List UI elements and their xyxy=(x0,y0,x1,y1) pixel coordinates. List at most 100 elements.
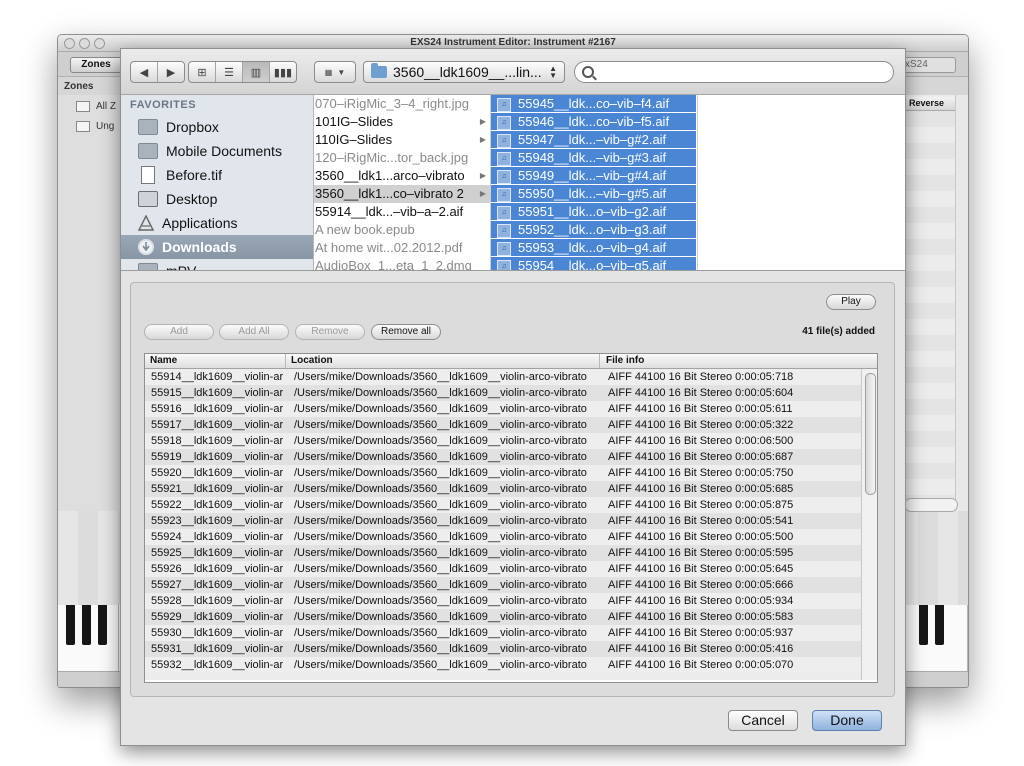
piano-black-key[interactable] xyxy=(82,605,91,645)
sidebar-item-applications[interactable]: Applications xyxy=(121,211,313,235)
file-item[interactable]: 070–iRigMic_3–4_right.jpg xyxy=(314,95,490,113)
aif-file-selected[interactable]: ♫ 55953__ldk...o–vib–g4.aif xyxy=(491,239,696,257)
file-name: 55951__ldk...o–vib–g2.aif xyxy=(518,204,667,219)
aif-file-selected[interactable]: ♫ 55948__ldk...–vib–g#3.aif xyxy=(491,149,696,167)
file-location-cell: /Users/mike/Downloads/3560__ldk1609__vio… xyxy=(294,595,587,607)
table-row[interactable]: 55925__ldk1609__violin-ar/Users/mike/Dow… xyxy=(145,545,861,561)
exs24-button[interactable]: xS24 xyxy=(902,57,956,73)
add-all-button[interactable]: Add All xyxy=(219,324,289,340)
table-row[interactable]: 55915__ldk1609__violin-ar/Users/mike/Dow… xyxy=(145,385,861,401)
table-row[interactable]: 55928__ldk1609__violin-ar/Users/mike/Dow… xyxy=(145,593,861,609)
column-view-button[interactable]: ▥ xyxy=(243,62,270,82)
back-button[interactable]: ◀ xyxy=(131,62,158,82)
aif-file-selected[interactable]: ♫ 55945__ldk...co–vib–f4.aif xyxy=(491,95,696,113)
aif-file-selected[interactable]: ♫ 55949__ldk...–vib–g#4.aif xyxy=(491,167,696,185)
file-browser: FAVORITES Dropbox Mobile Documents Befor… xyxy=(121,95,905,271)
file-item[interactable]: At home wit...02.2012.pdf xyxy=(314,239,490,257)
piano-white-key[interactable] xyxy=(952,605,968,671)
file-name-cell: 55929__ldk1609__violin-ar xyxy=(151,611,284,623)
table-row[interactable]: 55914__ldk1609__violin-ar/Users/mike/Dow… xyxy=(145,369,861,385)
zone-groups-panel: All Z Ung xyxy=(58,95,121,515)
zones-view-button[interactable]: Zones xyxy=(70,57,122,73)
zones-vertical-scrollbar[interactable] xyxy=(955,95,968,515)
table-row[interactable]: 55916__ldk1609__violin-ar/Users/mike/Dow… xyxy=(145,401,861,417)
sidebar-item-downloads[interactable]: Downloads xyxy=(121,235,313,259)
file-item[interactable]: A new book.epub xyxy=(314,221,490,239)
table-row[interactable]: 55917__ldk1609__violin-ar/Users/mike/Dow… xyxy=(145,417,861,433)
aif-file-selected[interactable]: ♫ 55954__ldk...o–vib–g5.aif xyxy=(491,257,696,270)
piano-black-key[interactable] xyxy=(98,605,107,645)
table-row[interactable]: 55918__ldk1609__violin-ar/Users/mike/Dow… xyxy=(145,433,861,449)
search-field[interactable] xyxy=(574,61,894,83)
name-column-header[interactable]: Name xyxy=(145,354,286,368)
table-row[interactable]: 55927__ldk1609__violin-ar/Users/mike/Dow… xyxy=(145,577,861,593)
piano-black-key[interactable] xyxy=(935,605,944,645)
file-info-cell: AIFF 44100 16 Bit Stereo 0:00:05:611 xyxy=(608,403,793,415)
reverse-column-header[interactable]: Reverse xyxy=(905,97,959,111)
group-all-zones[interactable]: All Z xyxy=(76,101,116,112)
sidebar-item-mobile-documents[interactable]: Mobile Documents xyxy=(121,139,313,163)
table-row[interactable]: 55926__ldk1609__violin-ar/Users/mike/Dow… xyxy=(145,561,861,577)
add-button[interactable]: Add xyxy=(144,324,214,340)
file-name-cell: 55917__ldk1609__violin-ar xyxy=(151,419,284,431)
done-button[interactable]: Done xyxy=(812,710,882,731)
aif-file-selected[interactable]: ♫ 55947__ldk...–vib–g#2.aif xyxy=(491,131,696,149)
file-name: A new book.epub xyxy=(315,222,415,237)
path-popup-menu[interactable]: 3560__ldk1609__...lin... ▲ ▼ xyxy=(363,61,565,83)
file-item[interactable]: AudioBox_1...eta_1_2.dmg xyxy=(314,257,490,270)
horizontal-scrollbar[interactable] xyxy=(904,498,958,512)
zoom-window-button[interactable] xyxy=(94,38,105,49)
aif-file-selected[interactable]: ♫ 55950__ldk...–vib–g#5.aif xyxy=(491,185,696,203)
folder-item[interactable]: 110IG–Slides ▶ xyxy=(314,131,490,149)
aif-file-selected[interactable]: ♫ 55951__ldk...o–vib–g2.aif xyxy=(491,203,696,221)
sidebar-item-dropbox[interactable]: Dropbox xyxy=(121,115,313,139)
file-location-cell: /Users/mike/Downloads/3560__ldk1609__vio… xyxy=(294,579,587,591)
arrange-menu-button[interactable]: ▦ ▼ xyxy=(314,61,356,83)
table-row[interactable]: 55931__ldk1609__violin-ar/Users/mike/Dow… xyxy=(145,641,861,657)
sidebar-item-before-tif[interactable]: Before.tif xyxy=(121,163,313,187)
remove-button[interactable]: Remove xyxy=(295,324,365,340)
play-button[interactable]: Play xyxy=(826,294,876,310)
icon-view-button[interactable]: ⊞ xyxy=(189,62,216,82)
file-info-cell: AIFF 44100 16 Bit Stereo 0:00:05:604 xyxy=(608,387,794,399)
piano-black-key[interactable] xyxy=(66,605,75,645)
group-ungrouped[interactable]: Ung xyxy=(76,121,114,132)
open-file-sheet: ◀ ▶ ⊞ ☰ ▥ ▮▮▮ ▦ ▼ 3560__ldk1609__...lin.… xyxy=(120,48,906,746)
table-vertical-scrollbar[interactable] xyxy=(861,369,877,680)
cancel-button[interactable]: Cancel xyxy=(728,710,798,731)
file-location-cell: /Users/mike/Downloads/3560__ldk1609__vio… xyxy=(294,515,587,527)
file-name-cell: 55930__ldk1609__violin-ar xyxy=(151,627,284,639)
remove-all-button[interactable]: Remove all xyxy=(371,324,441,340)
location-column-header[interactable]: Location xyxy=(286,354,600,368)
sidebar-item-mpv[interactable]: mPV xyxy=(121,259,313,270)
scrollbar-thumb[interactable] xyxy=(865,373,876,495)
file-name-cell: 55923__ldk1609__violin-ar xyxy=(151,515,284,527)
file-name-cell: 55928__ldk1609__violin-ar xyxy=(151,595,284,607)
table-row[interactable]: 55929__ldk1609__violin-ar/Users/mike/Dow… xyxy=(145,609,861,625)
table-row[interactable]: 55930__ldk1609__violin-ar/Users/mike/Dow… xyxy=(145,625,861,641)
aif-file-selected[interactable]: ♫ 55946__ldk...co–vib–f5.aif xyxy=(491,113,696,131)
table-row[interactable]: 55932__ldk1609__violin-ar/Users/mike/Dow… xyxy=(145,657,861,673)
table-row[interactable]: 55920__ldk1609__violin-ar/Users/mike/Dow… xyxy=(145,465,861,481)
folder-item[interactable]: 3560__ldk1...arco–vibrato ▶ xyxy=(314,167,490,185)
file-name: 55947__ldk...–vib–g#2.aif xyxy=(518,132,667,147)
sidebar-item-desktop[interactable]: Desktop xyxy=(121,187,313,211)
forward-button[interactable]: ▶ xyxy=(158,62,184,82)
file-info-column-header[interactable]: File info xyxy=(601,354,876,368)
coverflow-view-button[interactable]: ▮▮▮ xyxy=(270,62,296,82)
close-window-button[interactable] xyxy=(64,38,75,49)
minimize-window-button[interactable] xyxy=(79,38,90,49)
table-row[interactable]: 55919__ldk1609__violin-ar/Users/mike/Dow… xyxy=(145,449,861,465)
table-row[interactable]: 55923__ldk1609__violin-ar/Users/mike/Dow… xyxy=(145,513,861,529)
folder-item-selected[interactable]: 3560__ldk1...co–vibrato 2 ▶ xyxy=(314,185,490,203)
table-row[interactable]: 55924__ldk1609__violin-ar/Users/mike/Dow… xyxy=(145,529,861,545)
file-item[interactable]: 120–iRigMic...tor_back.jpg xyxy=(314,149,490,167)
aif-file-selected[interactable]: ♫ 55952__ldk...o–vib–g3.aif xyxy=(491,221,696,239)
folder-item[interactable]: 101IG–Slides ▶ xyxy=(314,113,490,131)
table-row[interactable]: 55922__ldk1609__violin-ar/Users/mike/Dow… xyxy=(145,497,861,513)
column-divider[interactable] xyxy=(697,95,698,270)
file-item[interactable]: 55914__ldk...–vib–a–2.aif xyxy=(314,203,490,221)
piano-black-key[interactable] xyxy=(919,605,928,645)
list-view-button[interactable]: ☰ xyxy=(216,62,243,82)
table-row[interactable]: 55921__ldk1609__violin-ar/Users/mike/Dow… xyxy=(145,481,861,497)
